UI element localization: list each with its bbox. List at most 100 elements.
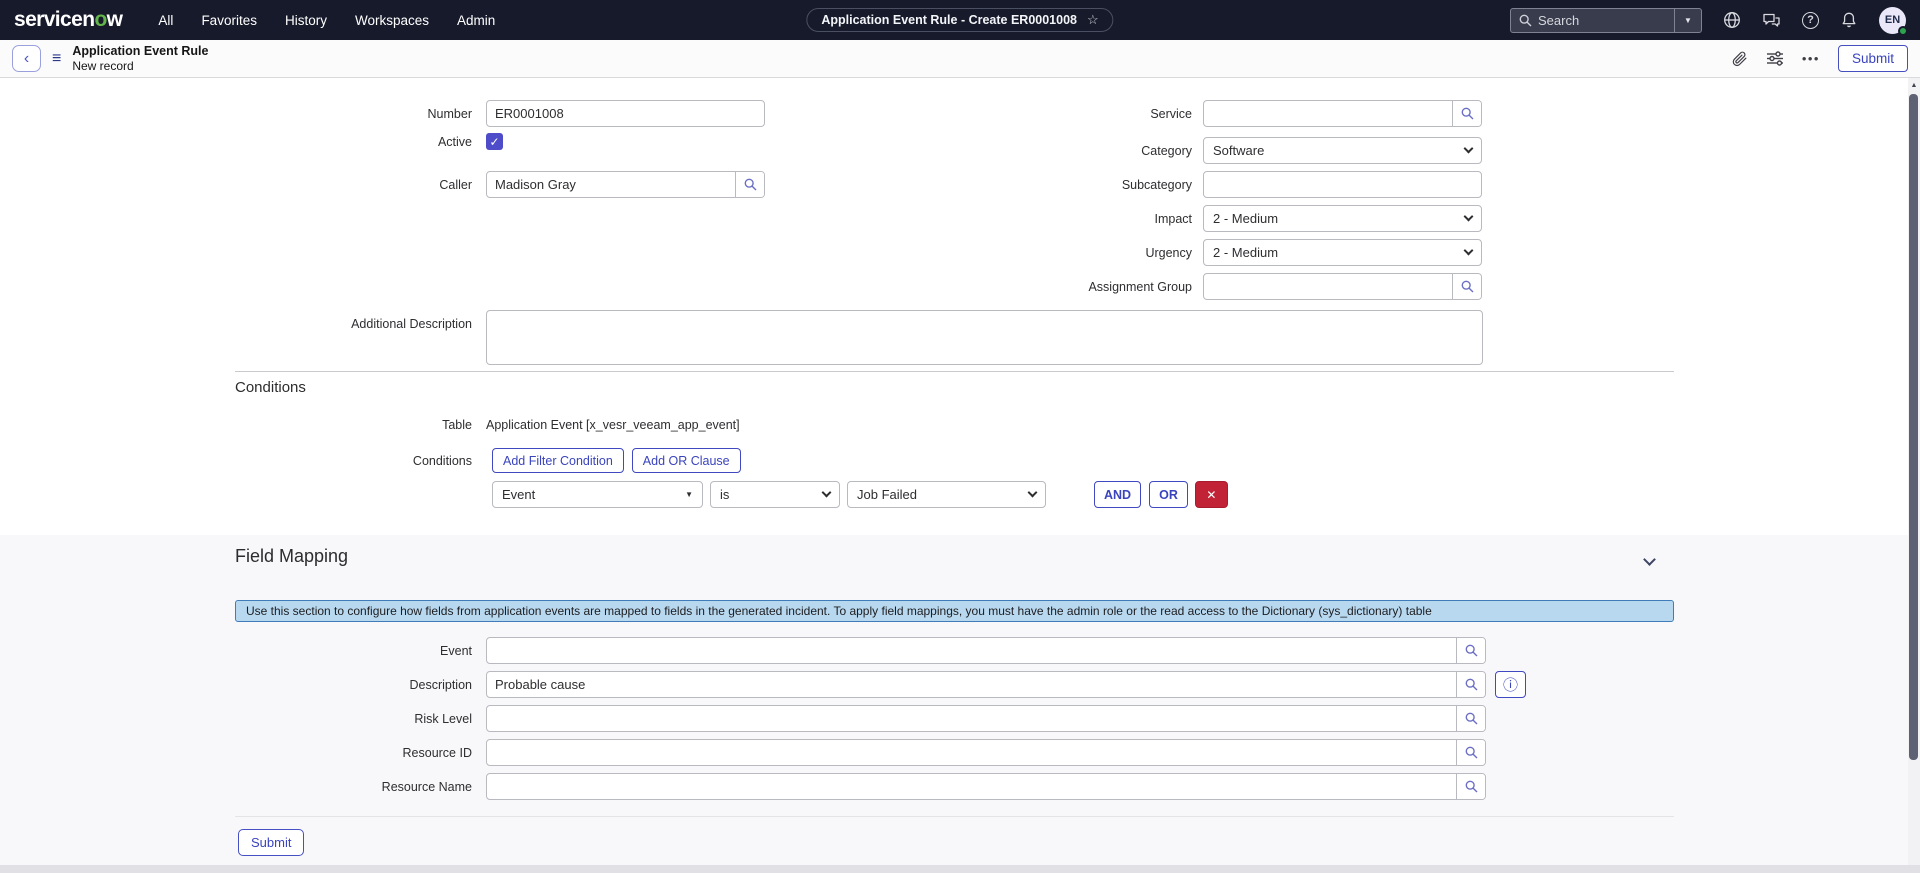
fm-resource-name-lookup-button[interactable] xyxy=(1456,774,1485,799)
assignment-group-label: Assignment Group xyxy=(1088,279,1192,294)
record-type-title: Application Event Rule xyxy=(72,43,209,58)
delete-condition-button[interactable]: ✕ xyxy=(1194,481,1228,508)
attachment-paperclip-icon[interactable] xyxy=(1731,50,1748,67)
fm-description-row: Description ⓘ xyxy=(0,671,1526,698)
fm-resource-name-row: Resource Name xyxy=(0,773,1486,800)
fm-description-input[interactable] xyxy=(487,672,1456,697)
fm-resource-id-label: Resource ID xyxy=(402,745,472,760)
help-icon[interactable]: ? xyxy=(1802,11,1819,29)
service-lookup-button[interactable] xyxy=(1452,101,1481,126)
subcategory-row: Subcategory xyxy=(720,171,1482,198)
globe-icon[interactable] xyxy=(1723,11,1741,29)
active-row: Active ✓ xyxy=(0,133,503,150)
nav-right-cluster: ▼ ? EN xyxy=(1510,6,1908,36)
conditions-builder-row: Conditions Add Filter Condition Add OR C… xyxy=(0,448,741,473)
servicenow-logo[interactable]: servicenow xyxy=(14,8,123,32)
current-record-pill[interactable]: Application Event Rule - Create ER000100… xyxy=(806,8,1114,32)
personalize-form-sliders-icon[interactable] xyxy=(1766,50,1784,67)
favorite-star-icon[interactable]: ☆ xyxy=(1087,12,1099,28)
conditions-label: Conditions xyxy=(412,453,472,468)
fm-resource-name-reference-field xyxy=(486,773,1486,800)
vertical-scrollbar[interactable]: ▲ xyxy=(1908,78,1920,865)
assignment-group-row: Assignment Group xyxy=(720,273,1482,300)
number-label: Number xyxy=(427,106,472,121)
condition-operator-select[interactable]: is xyxy=(710,481,840,508)
chevron-down-icon xyxy=(1027,487,1038,498)
impact-select[interactable]: 2 - Medium xyxy=(1203,205,1482,232)
category-label: Category xyxy=(1141,143,1192,158)
context-menu-icon[interactable]: ≡ xyxy=(52,50,61,68)
caller-input[interactable] xyxy=(487,172,735,197)
scrollbar-thumb[interactable] xyxy=(1909,94,1918,760)
form-submit-button[interactable]: Submit xyxy=(238,829,305,856)
subcategory-input[interactable] xyxy=(1203,171,1482,198)
additional-description-textarea[interactable] xyxy=(486,310,1483,365)
fm-event-row: Event xyxy=(0,637,1486,664)
service-input[interactable] xyxy=(1204,101,1452,126)
record-title-block: Application Event Rule New record xyxy=(72,44,208,73)
conditions-section-heading: Conditions xyxy=(235,379,306,396)
fm-event-reference-field xyxy=(486,637,1486,664)
user-avatar[interactable]: EN xyxy=(1879,6,1908,36)
search-icon xyxy=(1511,14,1532,27)
fm-resource-name-label: Resource Name xyxy=(381,779,472,794)
assignment-group-reference-field xyxy=(1203,273,1482,300)
search-scope-caret-icon[interactable]: ▼ xyxy=(1674,8,1701,32)
add-or-clause-button[interactable]: Add OR Clause xyxy=(631,448,741,473)
close-icon: ✕ xyxy=(1206,487,1217,502)
nav-item-admin[interactable]: Admin xyxy=(457,13,495,28)
global-search[interactable]: ▼ xyxy=(1510,7,1702,33)
fm-description-lookup-button[interactable] xyxy=(1456,672,1485,697)
caller-row: Caller xyxy=(0,171,765,198)
table-label: Table xyxy=(442,418,472,432)
condition-value-select[interactable]: Job Failed xyxy=(847,481,1046,508)
top-nav: servicenow All Favorites History Workspa… xyxy=(0,0,1920,40)
condition-row: Event ▼ is Job Failed AND OR ✕ xyxy=(492,481,1228,508)
field-mapping-section-heading: Field Mapping xyxy=(235,546,349,566)
assignment-group-lookup-button[interactable] xyxy=(1452,274,1481,299)
service-label: Service xyxy=(1150,106,1192,121)
or-button[interactable]: OR xyxy=(1149,481,1188,508)
nav-item-all[interactable]: All xyxy=(158,13,173,28)
chevron-down-icon xyxy=(1463,211,1474,222)
and-button[interactable]: AND xyxy=(1094,481,1142,508)
fm-description-info-button[interactable]: ⓘ xyxy=(1495,671,1526,698)
caret-down-icon: ▼ xyxy=(685,490,693,499)
field-mapping-info-banner: Use this section to configure how fields… xyxy=(235,600,1674,622)
notifications-bell-icon[interactable] xyxy=(1840,11,1858,29)
fm-event-input[interactable] xyxy=(487,638,1456,663)
nav-item-history[interactable]: History xyxy=(285,13,327,28)
fm-resource-id-input[interactable] xyxy=(487,740,1456,765)
chevron-down-icon xyxy=(1463,143,1474,154)
nav-item-workspaces[interactable]: Workspaces xyxy=(355,13,429,28)
urgency-row: Urgency 2 - Medium xyxy=(720,239,1482,266)
back-button[interactable]: ‹ xyxy=(12,45,41,72)
urgency-label: Urgency xyxy=(1145,245,1192,260)
condition-field-select[interactable]: Event ▼ xyxy=(492,481,703,508)
fm-resource-name-input[interactable] xyxy=(487,774,1456,799)
header-submit-button[interactable]: Submit xyxy=(1837,45,1908,72)
urgency-select[interactable]: 2 - Medium xyxy=(1203,239,1482,266)
category-select[interactable]: Software xyxy=(1203,137,1482,164)
fm-resource-id-lookup-button[interactable] xyxy=(1456,740,1485,765)
table-row: Table Application Event [x_vesr_veeam_ap… xyxy=(0,418,740,432)
back-chevron-icon: ‹ xyxy=(23,49,30,67)
active-checkbox[interactable]: ✓ xyxy=(486,133,503,150)
section-divider xyxy=(235,371,1674,372)
fm-risk-level-lookup-button[interactable] xyxy=(1456,706,1485,731)
more-options-icon[interactable]: ••• xyxy=(1802,51,1820,66)
fm-event-lookup-button[interactable] xyxy=(1456,638,1485,663)
additional-description-label: Additional Description xyxy=(351,317,472,331)
impact-label: Impact xyxy=(1154,211,1192,226)
user-status-dot xyxy=(1898,25,1908,36)
table-value: Application Event [x_vesr_veeam_app_even… xyxy=(486,418,740,432)
nav-item-favorites[interactable]: Favorites xyxy=(201,13,257,28)
info-icon: ⓘ xyxy=(1502,677,1518,694)
search-input[interactable] xyxy=(1532,12,1674,28)
scroll-up-arrow-icon[interactable]: ▲ xyxy=(1908,82,1920,89)
form-header-bar: ‹ ≡ Application Event Rule New record ••… xyxy=(0,40,1920,78)
fm-risk-level-input[interactable] xyxy=(487,706,1456,731)
add-filter-condition-button[interactable]: Add Filter Condition xyxy=(492,448,624,473)
chat-icon[interactable] xyxy=(1762,11,1781,29)
assignment-group-input[interactable] xyxy=(1204,274,1452,299)
